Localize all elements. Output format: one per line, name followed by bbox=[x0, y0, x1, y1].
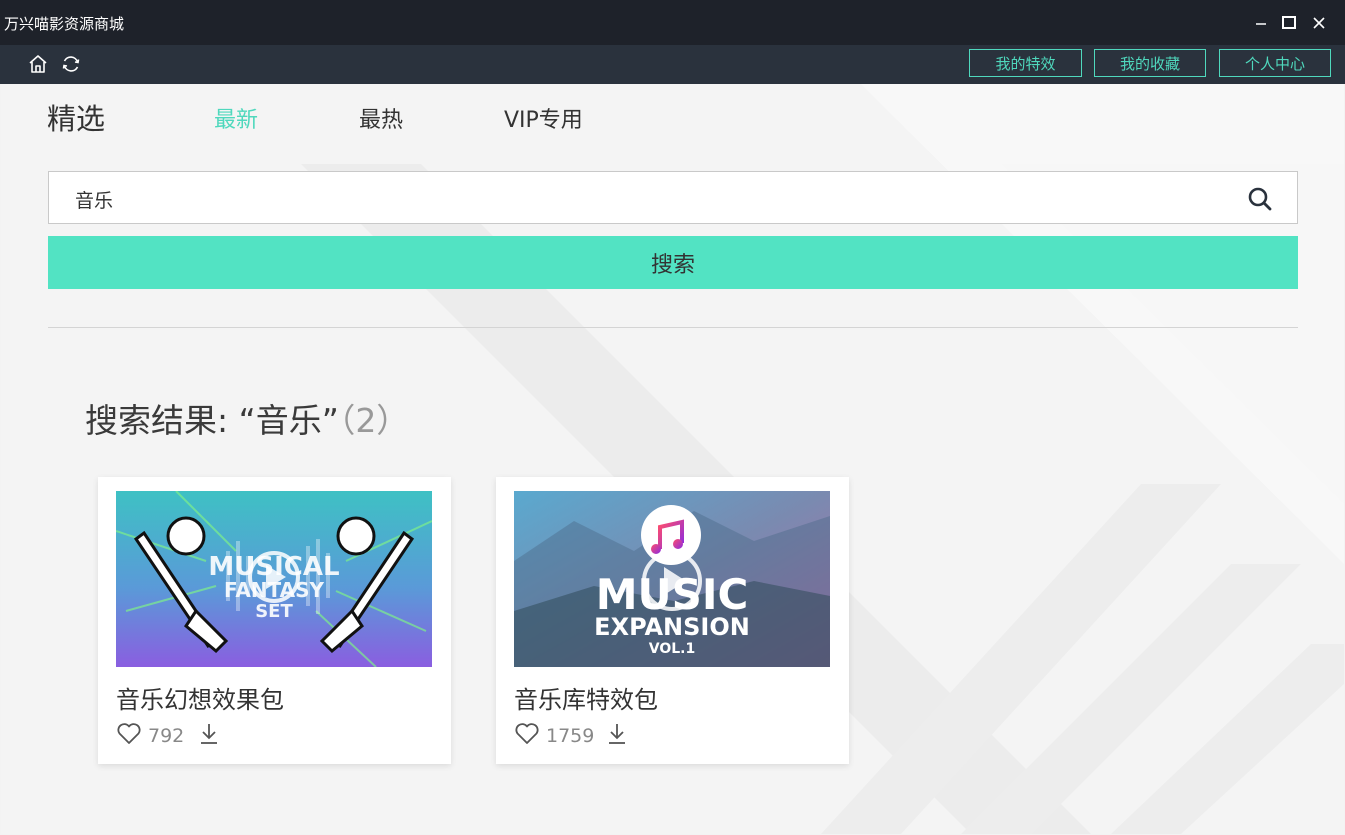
heart-icon[interactable] bbox=[116, 722, 142, 746]
tab-hot[interactable]: 最热 bbox=[359, 102, 403, 134]
download-icon[interactable] bbox=[198, 722, 220, 746]
heart-icon[interactable] bbox=[514, 722, 540, 746]
resource-name: 音乐幻想效果包 bbox=[116, 686, 284, 714]
minimize-button[interactable] bbox=[1248, 10, 1274, 36]
resource-card[interactable]: MUSICAL FANTASY SET 音乐幻想效果包 792 bbox=[98, 477, 451, 764]
musical-fantasy-thumbnail: MUSICAL FANTASY SET bbox=[116, 491, 432, 667]
search-button[interactable]: 搜索 bbox=[48, 236, 1298, 289]
resource-stats: 792 bbox=[116, 722, 436, 748]
minimize-icon bbox=[1256, 23, 1266, 25]
thumb-text-2: EXPANSION bbox=[594, 613, 750, 641]
like-count: 1759 bbox=[546, 725, 595, 747]
resource-name: 音乐库特效包 bbox=[514, 686, 658, 714]
resource-thumbnail[interactable]: MUSIC EXPANSION VOL.1 bbox=[514, 491, 830, 667]
tab-vip[interactable]: VIP专用 bbox=[504, 102, 583, 134]
maximize-icon bbox=[1282, 16, 1296, 29]
thumb-text-3: VOL.1 bbox=[649, 641, 695, 657]
my-effects-button[interactable]: 我的特效 bbox=[969, 49, 1082, 77]
search-box bbox=[48, 171, 1298, 224]
personal-center-button[interactable]: 个人中心 bbox=[1219, 49, 1331, 77]
tab-latest[interactable]: 最新 bbox=[214, 102, 258, 134]
result-heading: 搜索结果: “音乐”（2） bbox=[85, 394, 409, 442]
maximize-button[interactable] bbox=[1276, 10, 1302, 36]
like-count: 792 bbox=[148, 725, 185, 747]
music-expansion-thumbnail: MUSIC EXPANSION VOL.1 bbox=[514, 491, 830, 667]
title-bar: 万兴喵影资源商城 bbox=[0, 0, 1345, 45]
refresh-icon[interactable] bbox=[60, 53, 82, 75]
main-content: 精选 最新 最热 VIP专用 搜索 搜索结果: “音乐”（2） bbox=[1, 84, 1344, 834]
download-icon[interactable] bbox=[606, 722, 628, 746]
window-title: 万兴喵影资源商城 bbox=[4, 15, 125, 33]
resource-thumbnail[interactable]: MUSICAL FANTASY SET bbox=[116, 491, 432, 667]
divider bbox=[48, 327, 1298, 328]
search-input[interactable] bbox=[73, 184, 1227, 214]
result-heading-text: 搜索结果: “音乐” bbox=[85, 401, 339, 440]
search-icon[interactable] bbox=[1247, 186, 1273, 212]
section-title: 精选 bbox=[47, 102, 106, 136]
result-count: （2） bbox=[338, 401, 410, 440]
home-icon[interactable] bbox=[27, 53, 49, 75]
resource-stats: 1759 bbox=[514, 722, 834, 748]
toolbar: 我的特效 我的收藏 个人中心 bbox=[0, 45, 1345, 84]
resource-card[interactable]: MUSIC EXPANSION VOL.1 音乐库特效包 1759 bbox=[496, 477, 849, 764]
thumb-text-3: SET bbox=[255, 601, 293, 622]
my-favorites-button[interactable]: 我的收藏 bbox=[1094, 49, 1206, 77]
close-button[interactable] bbox=[1306, 10, 1332, 36]
close-icon bbox=[1313, 17, 1325, 29]
